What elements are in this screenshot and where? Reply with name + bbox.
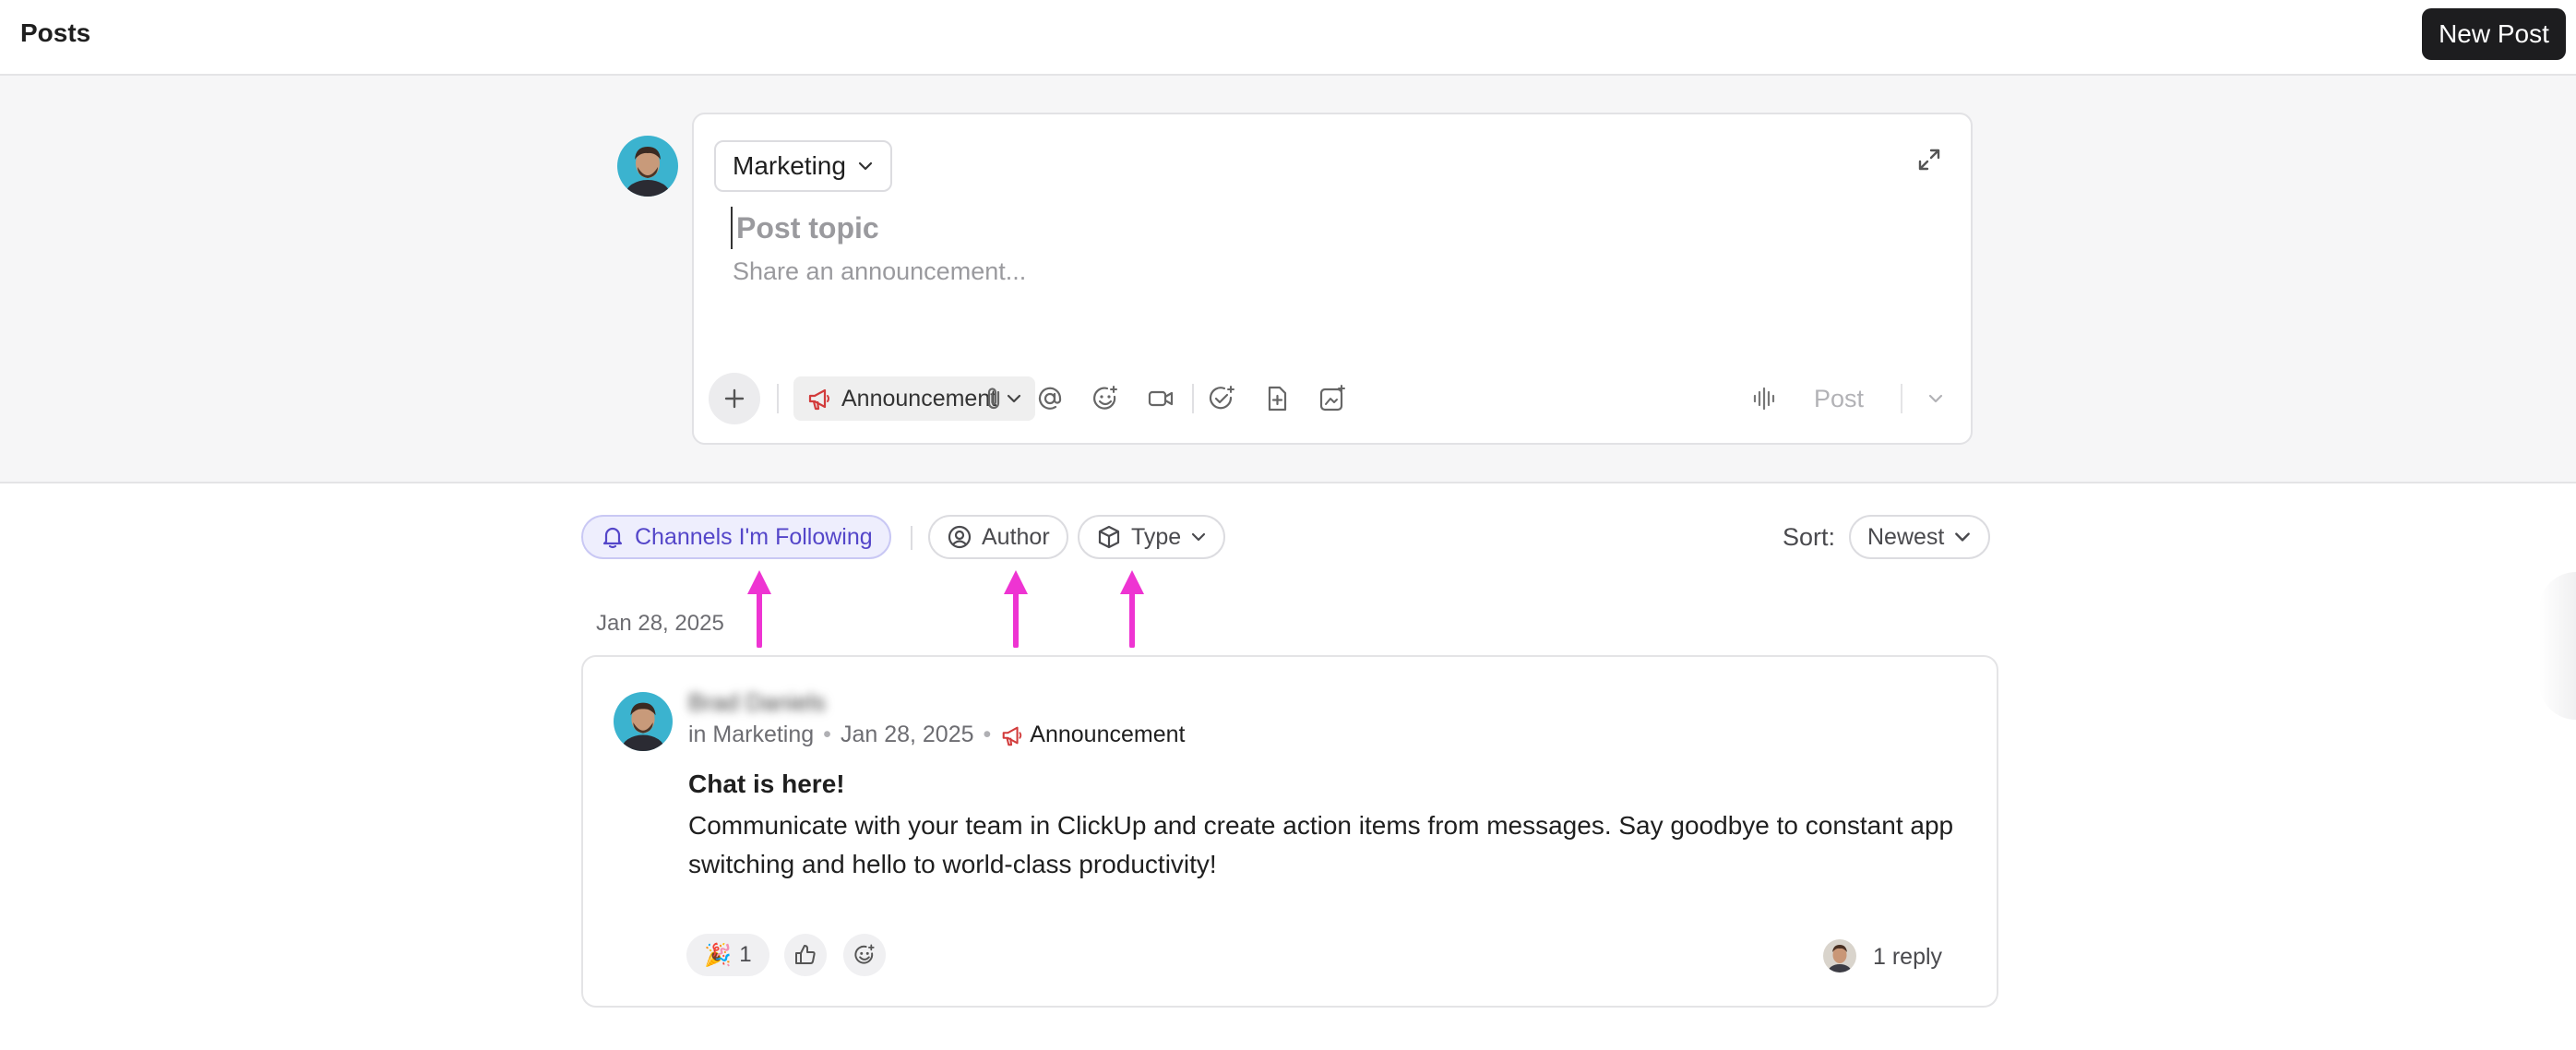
avatar [617, 136, 678, 197]
post-date: Jan 28, 2025 [840, 722, 974, 747]
toolbar-divider [1192, 384, 1194, 413]
post-type-badge: Announcement [1000, 722, 1185, 748]
channels-following-filter[interactable]: Channels I'm Following [581, 515, 891, 559]
megaphone-icon [1002, 726, 1022, 746]
meta-separator: • [823, 722, 831, 747]
voice-clip-icon[interactable] [1749, 384, 1779, 413]
post-title: Chat is here! [688, 770, 845, 798]
toolbar-divider [777, 384, 779, 413]
reply-avatar [1823, 939, 1856, 972]
reaction-party[interactable]: 🎉 1 [686, 934, 769, 976]
doc-add-icon[interactable] [1262, 384, 1292, 413]
emoji-add-icon[interactable] [1091, 384, 1120, 413]
sort-select[interactable]: Newest [1849, 515, 1991, 559]
chevron-down-icon [1192, 532, 1206, 542]
annotation-arrow-up-icon [747, 570, 771, 648]
megaphone-icon [808, 388, 829, 411]
sort-value: Newest [1867, 523, 1945, 550]
mention-icon[interactable] [1035, 384, 1065, 413]
post-body-input[interactable] [733, 253, 1747, 290]
filter-label: Channels I'm Following [635, 523, 873, 550]
channel-select-label: Marketing [733, 151, 846, 180]
chevron-down-icon [1955, 532, 1971, 542]
post-button-divider [1901, 384, 1902, 413]
chevron-down-icon [858, 161, 873, 171]
user-circle-icon [948, 525, 972, 549]
post-type-label: Announcement [841, 385, 997, 412]
expand-icon[interactable] [1915, 146, 1943, 173]
avatar[interactable] [614, 692, 673, 751]
post-composer: Marketing Announceme [692, 113, 1973, 445]
add-button[interactable] [709, 373, 760, 424]
emoji-add-icon [854, 944, 875, 964]
author-name[interactable]: Brad Daniels [688, 688, 826, 717]
page-title: Posts [20, 18, 91, 47]
post-topic-input[interactable] [731, 207, 1746, 249]
plus-icon [724, 388, 745, 409]
post-type-label: Announcement [1030, 722, 1186, 747]
post-channel[interactable]: in Marketing [688, 722, 814, 748]
post-body: Communicate with your team in ClickUp an… [688, 811, 1954, 878]
post-card[interactable]: Brad Daniels in Marketing • Jan 28, 2025… [581, 655, 1998, 1008]
chevron-down-icon[interactable] [1925, 388, 1947, 410]
meta-separator: • [983, 722, 992, 747]
filter-label: Author [982, 523, 1050, 550]
author-filter[interactable]: Author [928, 515, 1068, 559]
date-group-header: Jan 28, 2025 [596, 611, 724, 636]
post-button[interactable]: Post [1814, 373, 1864, 424]
post-meta: in Marketing • Jan 28, 2025 • Announceme… [688, 722, 1185, 748]
new-post-button[interactable]: New Post [2422, 8, 2566, 60]
sort-label: Sort: [1783, 523, 1836, 551]
type-filter[interactable]: Type [1078, 515, 1226, 559]
top-bar: Posts New Post [0, 0, 2576, 76]
clip-add-icon[interactable] [1318, 384, 1347, 413]
paperclip-icon[interactable] [980, 384, 1009, 413]
reaction-count: 1 [739, 942, 752, 967]
annotation-arrow-up-icon [1004, 570, 1028, 648]
reply-count-link[interactable]: 1 reply [1873, 944, 1942, 971]
video-icon[interactable] [1146, 384, 1175, 413]
filter-divider [911, 526, 912, 550]
composer-area: Marketing Announceme [0, 76, 2576, 483]
add-reaction-button[interactable] [843, 934, 886, 976]
cube-icon [1098, 525, 1120, 549]
filter-label: Type [1131, 523, 1182, 550]
channel-select[interactable]: Marketing [714, 140, 892, 192]
scroll-edge-shadow [2539, 572, 2576, 720]
composer-toolbar: Announcement Post [709, 373, 1956, 424]
like-button[interactable] [784, 934, 827, 976]
thumbs-up-icon [795, 945, 816, 964]
annotation-arrow-up-icon [1120, 570, 1144, 648]
bell-icon [602, 527, 623, 549]
task-add-icon[interactable] [1207, 384, 1236, 413]
party-popper-icon: 🎉 [704, 942, 733, 968]
